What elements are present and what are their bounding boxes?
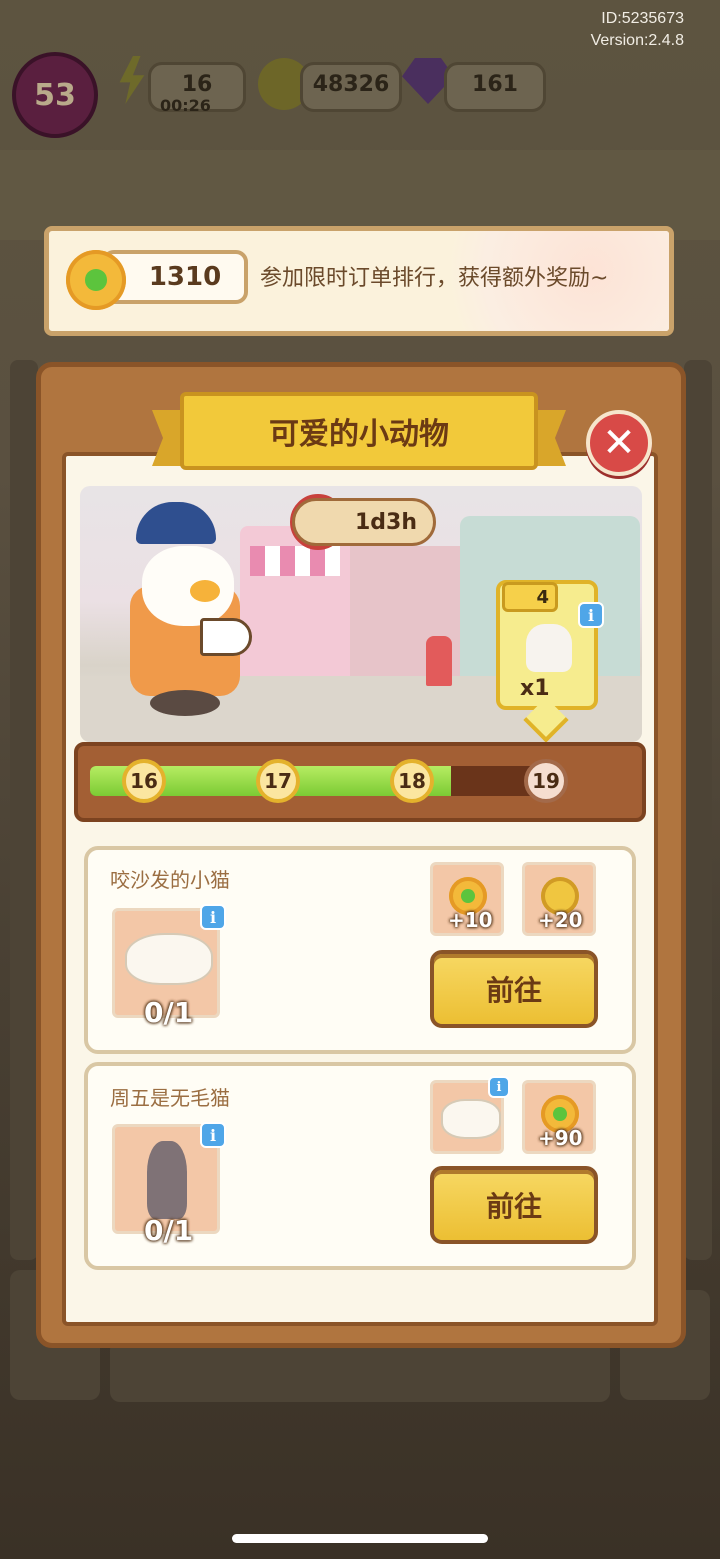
hairless-cat-icon: [147, 1141, 187, 1219]
character-beak: [190, 580, 220, 602]
event-timer: 1d3h: [292, 498, 436, 546]
info-icon[interactable]: i: [200, 904, 226, 930]
background-left-panel: [10, 360, 38, 1260]
close-button[interactable]: ✕: [586, 410, 652, 476]
banner-content: 1310 参加限时订单排行，获得额外奖励~: [44, 226, 674, 336]
build-info: ID:5235673 Version:2.4.8: [591, 8, 684, 52]
cat-figurine-icon: [526, 624, 572, 672]
player-level-badge[interactable]: 53: [12, 52, 98, 138]
character-cap: [136, 502, 216, 544]
progress-node-17: 17: [256, 759, 300, 803]
progress-node-16: 16: [122, 759, 166, 803]
user-id: ID:5235673: [601, 10, 684, 27]
close-icon: ✕: [602, 420, 636, 466]
task-title: 咬沙发的小猫: [110, 868, 230, 892]
reward-value: +20: [538, 908, 583, 932]
task-progress-count: 0/1: [144, 996, 194, 1029]
character-head: [142, 546, 234, 626]
modal-title: 可爱的小动物: [180, 392, 538, 470]
shop-awning: [250, 546, 340, 576]
progress-node-19: 19: [524, 759, 568, 803]
reward-tag-count: 4: [502, 582, 558, 612]
reward-value: +10: [448, 908, 493, 932]
gem-counter[interactable]: 161: [444, 62, 546, 112]
reward-tag-quantity: x1: [520, 676, 550, 701]
background-right-panel: [684, 360, 712, 1260]
megaphone: [200, 618, 252, 656]
coin-counter[interactable]: 48326: [300, 62, 402, 112]
energy-timer: 00:26: [160, 96, 211, 115]
reward-value: +90: [538, 1126, 583, 1150]
cat-item-icon: [441, 1099, 501, 1139]
banner-text: 参加限时订单排行，获得额外奖励~: [260, 266, 609, 291]
task-progress-count: 0/1: [144, 1214, 194, 1247]
character-shadow: [150, 690, 220, 716]
info-icon[interactable]: i: [578, 602, 604, 628]
progress-node-18: 18: [390, 759, 434, 803]
fire-hydrant: [426, 636, 452, 686]
flower-icon: [66, 250, 126, 310]
version-label: Version:2.4.8: [590, 32, 684, 49]
go-button[interactable]: 前往: [430, 1166, 598, 1244]
go-button[interactable]: 前往: [430, 950, 598, 1028]
background-bottom-bar: [110, 1340, 610, 1402]
info-icon[interactable]: i: [488, 1076, 510, 1098]
task-title: 周五是无毛猫: [110, 1086, 230, 1110]
home-indicator[interactable]: [232, 1534, 488, 1543]
info-icon[interactable]: i: [200, 1122, 226, 1148]
sleeping-cat-icon: [125, 933, 213, 985]
